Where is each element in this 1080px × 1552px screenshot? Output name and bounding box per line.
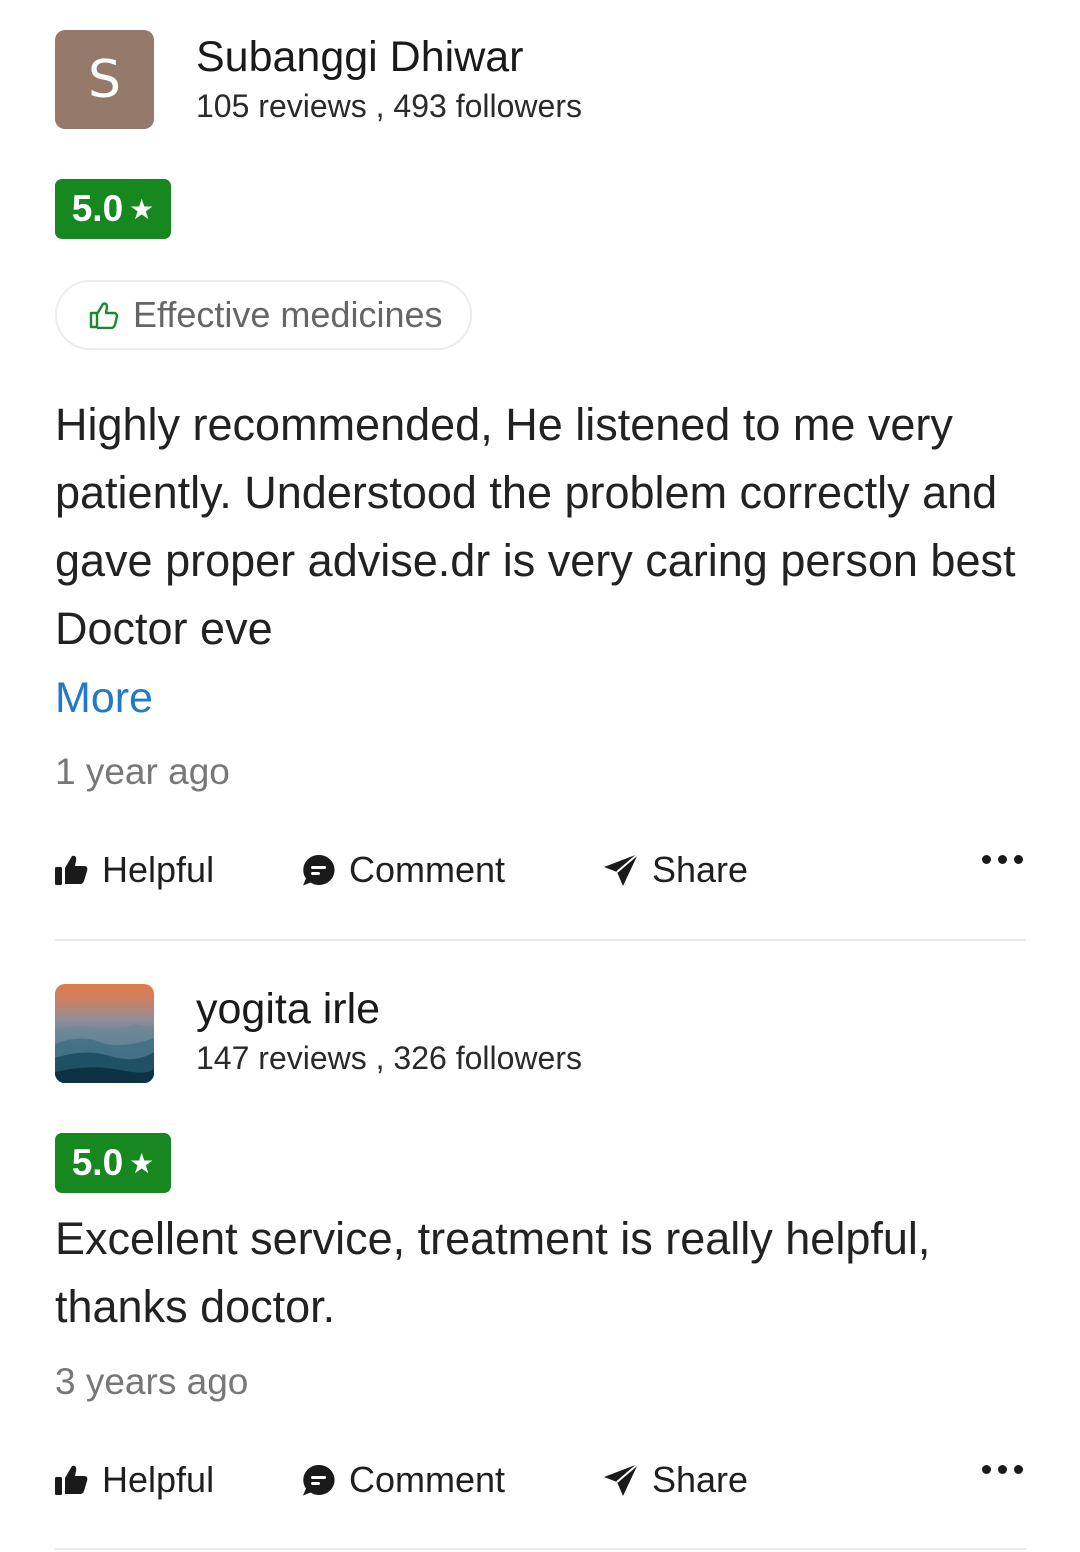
- review-card: yogita irle 147 reviews , 326 followers: [55, 984, 1026, 1083]
- rating-value: 5.0: [71, 188, 124, 229]
- thumbs-up-outline-icon: [89, 302, 119, 329]
- share-button[interactable]: Share: [603, 840, 748, 900]
- review-actions: Helpful Comment Share: [55, 1450, 1026, 1510]
- rating-row: 5.0 ★: [55, 179, 1026, 239]
- review-text: Excellent service, treatment is really h…: [55, 1213, 931, 1332]
- more-row: More: [55, 668, 1026, 728]
- helpful-button[interactable]: Helpful: [55, 840, 214, 900]
- rating-row: 5.0 ★: [55, 1133, 1026, 1193]
- review-tag: Effective medicines: [55, 280, 473, 350]
- rating-value: 5.0: [71, 1142, 124, 1183]
- review-actions: Helpful Comment Share: [55, 840, 1026, 900]
- time-row: 3 years ago: [55, 1361, 1026, 1403]
- rating-badge: 5.0 ★: [55, 179, 171, 239]
- review-header: S Subanggi Dhiwar 105 reviews , 493 foll…: [55, 30, 1026, 129]
- review-body: Highly recommended, He listened to me ve…: [55, 391, 1026, 663]
- comment-button[interactable]: Comment: [301, 1450, 505, 1510]
- rating-badge: 5.0 ★: [55, 1133, 171, 1193]
- review-tag-label: Effective medicines: [133, 294, 443, 335]
- more-options-icon[interactable]: [982, 1465, 1023, 1474]
- star-icon: ★: [129, 1147, 155, 1179]
- share-label: Share: [652, 849, 749, 890]
- comment-button[interactable]: Comment: [301, 840, 505, 900]
- share-button[interactable]: Share: [603, 1450, 748, 1510]
- comment-icon: [303, 1464, 335, 1496]
- review-card: S Subanggi Dhiwar 105 reviews , 493 foll…: [55, 30, 1026, 129]
- helpful-button[interactable]: Helpful: [55, 1450, 214, 1510]
- more-options-icon[interactable]: [982, 855, 1023, 864]
- comment-label: Comment: [349, 849, 506, 890]
- avatar[interactable]: [55, 984, 154, 1083]
- thumbs-up-icon: [55, 1465, 88, 1495]
- mountain-photo-icon: [55, 1024, 154, 1083]
- time-row: 1 year ago: [55, 751, 1026, 793]
- reviews-page: S Subanggi Dhiwar 105 reviews , 493 foll…: [0, 0, 1080, 1552]
- share-label: Share: [652, 1459, 749, 1500]
- reviewer-name[interactable]: Subanggi Dhiwar: [196, 32, 582, 82]
- helpful-label: Helpful: [102, 1459, 215, 1500]
- review-text: Highly recommended, He listened to me ve…: [55, 399, 1016, 654]
- more-link[interactable]: More: [55, 674, 153, 722]
- comment-icon: [303, 854, 335, 886]
- review-time: 3 years ago: [55, 1361, 249, 1402]
- share-icon: [604, 1463, 639, 1496]
- review-divider: [55, 1548, 1026, 1550]
- comment-label: Comment: [349, 1459, 506, 1500]
- thumbs-up-icon: [55, 855, 88, 885]
- reviewer-name[interactable]: yogita irle: [196, 984, 582, 1034]
- review-body: Excellent service, treatment is really h…: [55, 1205, 1026, 1341]
- share-icon: [604, 853, 639, 886]
- helpful-label: Helpful: [102, 849, 215, 890]
- review-header: yogita irle 147 reviews , 326 followers: [55, 984, 1026, 1083]
- review-divider: [55, 939, 1026, 941]
- star-icon: ★: [129, 193, 155, 225]
- avatar[interactable]: S: [55, 30, 154, 129]
- tag-row: Effective medicines: [55, 280, 1026, 350]
- avatar-initial: S: [87, 49, 121, 110]
- reviewer-stats: 105 reviews , 493 followers: [196, 88, 582, 124]
- reviewer-stats: 147 reviews , 326 followers: [196, 1040, 582, 1076]
- review-time: 1 year ago: [55, 751, 230, 792]
